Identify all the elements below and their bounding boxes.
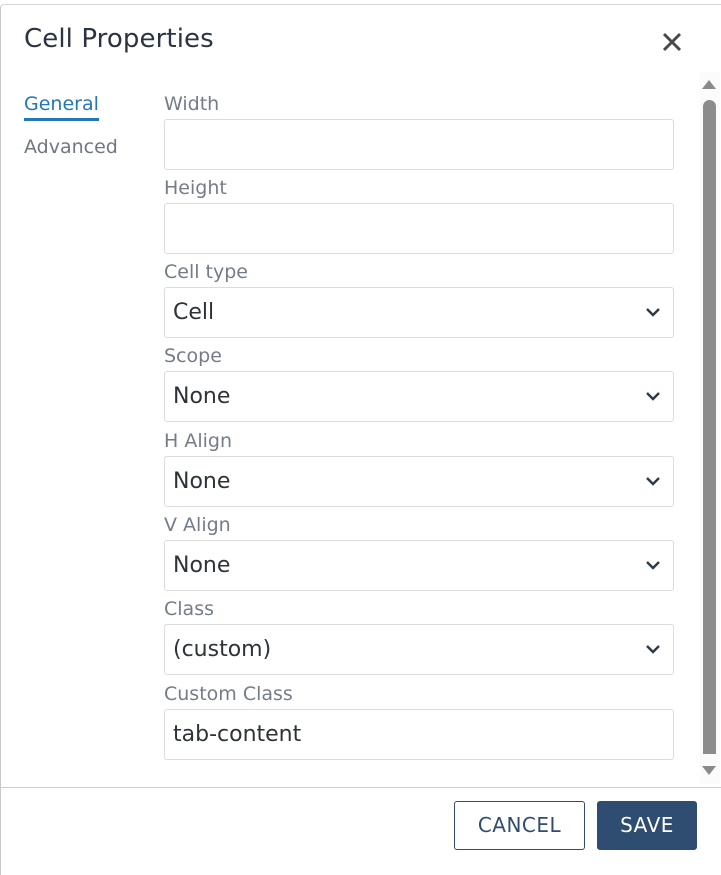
v-align-label: V Align (164, 514, 231, 536)
scroll-down-arrow-icon[interactable] (702, 766, 716, 775)
close-button[interactable] (657, 27, 687, 57)
custom-class-label: Custom Class (164, 683, 293, 705)
v-align-value: None (173, 553, 231, 578)
dialog-title: Cell Properties (24, 24, 214, 54)
footer-divider (0, 787, 721, 788)
cancel-button[interactable]: CANCEL (454, 801, 585, 850)
chevron-down-icon (646, 392, 660, 401)
width-field-group: Width (164, 93, 674, 170)
scrollbar[interactable] (700, 72, 720, 784)
cell-type-select[interactable]: Cell (164, 287, 674, 338)
h-align-value: None (173, 469, 231, 494)
cell-type-label: Cell type (164, 261, 248, 283)
width-input[interactable] (164, 119, 674, 170)
class-field-group: Class (custom) (164, 598, 674, 675)
close-icon (662, 32, 682, 52)
scope-label: Scope (164, 345, 222, 367)
chevron-down-icon (646, 561, 660, 570)
scope-field-group: Scope None (164, 345, 674, 422)
scope-select[interactable]: None (164, 371, 674, 422)
scrollbar-thumb[interactable] (703, 100, 716, 754)
h-align-field-group: H Align None (164, 430, 674, 507)
height-field-group: Height (164, 177, 674, 254)
height-input[interactable] (164, 203, 674, 254)
h-align-select[interactable]: None (164, 456, 674, 507)
class-value: (custom) (173, 637, 272, 662)
custom-class-input[interactable]: tab-content (164, 709, 674, 760)
scroll-up-arrow-icon[interactable] (702, 80, 716, 89)
height-label: Height (164, 177, 227, 199)
custom-class-field-group: Custom Class tab-content (164, 683, 674, 760)
chevron-down-icon (646, 477, 660, 486)
chevron-down-icon (646, 308, 660, 317)
h-align-label: H Align (164, 430, 232, 452)
v-align-select[interactable]: None (164, 540, 674, 591)
tab-general[interactable]: General (24, 93, 99, 121)
width-label: Width (164, 93, 220, 115)
chevron-down-icon (646, 645, 660, 654)
class-select[interactable]: (custom) (164, 624, 674, 675)
cell-type-field-group: Cell type Cell (164, 261, 674, 338)
save-button[interactable]: SAVE (597, 801, 697, 850)
class-label: Class (164, 598, 214, 620)
tab-advanced[interactable]: Advanced (24, 136, 118, 158)
v-align-field-group: V Align None (164, 514, 674, 591)
cell-type-value: Cell (173, 300, 215, 325)
scope-value: None (173, 384, 231, 409)
